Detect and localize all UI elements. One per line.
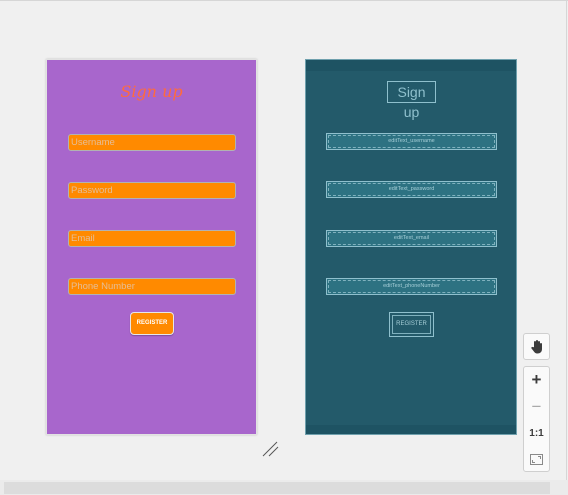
blueprint-nav-bar (306, 425, 516, 434)
blueprint-preview[interactable]: Sign up editText_username editText_passw… (305, 59, 517, 435)
right-border (566, 0, 567, 480)
blueprint-field-id: editText_username (388, 138, 435, 144)
blueprint-field-id: editText_password (388, 186, 435, 192)
email-field[interactable]: Email (68, 230, 236, 247)
blueprint-status-bar (306, 60, 516, 71)
resize-handle-icon[interactable] (261, 441, 279, 457)
top-border (0, 0, 568, 1)
password-field[interactable]: Password (68, 182, 236, 199)
blueprint-phone-number-field[interactable]: editText_phoneNumber (326, 278, 497, 295)
blueprint-title[interactable]: Sign up (387, 81, 436, 120)
zoom-in-button[interactable]: + (524, 367, 549, 393)
design-preview[interactable]: Sign up Username Password Email Phone Nu… (46, 59, 257, 435)
blueprint-button-label: REGISTER (396, 321, 427, 327)
phone-number-field[interactable]: Phone Number (68, 278, 236, 295)
zoom-toolbar: + − 1:1 (523, 366, 550, 472)
register-button[interactable]: REGISTER (130, 312, 174, 335)
zoom-out-button[interactable]: − (524, 394, 549, 420)
username-field[interactable]: Username (68, 134, 236, 151)
horizontal-scrollbar-thumb[interactable] (4, 482, 550, 494)
actual-size-button[interactable]: 1:1 (524, 420, 549, 446)
blueprint-field-id: editText_email (393, 235, 430, 241)
blueprint-register-button[interactable]: REGISTER (389, 312, 434, 337)
hand-icon (530, 340, 542, 354)
blueprint-email-field[interactable]: editText_email (326, 230, 497, 247)
pan-button[interactable] (523, 333, 550, 360)
signup-title: Sign up (120, 82, 183, 101)
fit-screen-button[interactable] (524, 446, 549, 472)
blueprint-username-field[interactable]: editText_username (326, 133, 497, 150)
blueprint-field-id: editText_phoneNumber (383, 283, 440, 289)
blueprint-password-field[interactable]: editText_password (326, 181, 497, 198)
fit-screen-icon (530, 453, 543, 465)
